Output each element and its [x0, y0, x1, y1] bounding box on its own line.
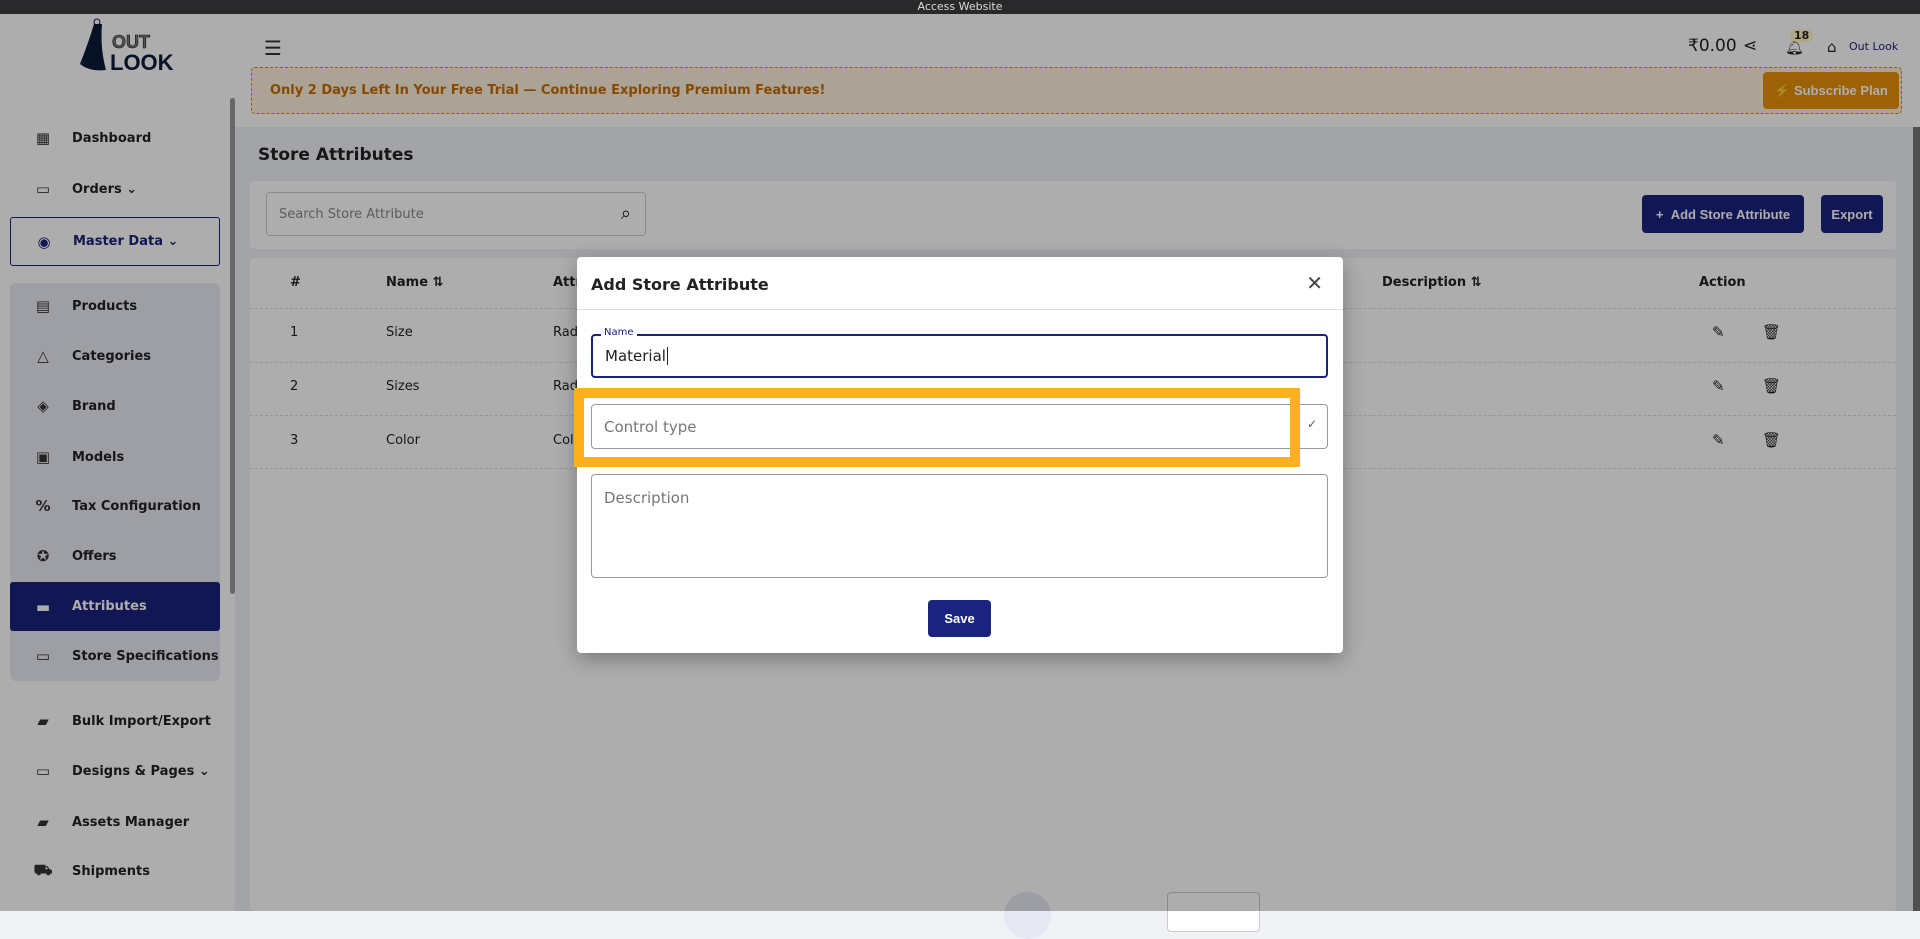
save-button[interactable]: Save	[928, 600, 991, 637]
name-label: Name	[601, 327, 637, 338]
access-website-link[interactable]: Access Website	[917, 0, 1002, 13]
divider	[577, 309, 1343, 310]
description-placeholder: Description	[604, 489, 689, 507]
name-input[interactable]: Name Material	[591, 334, 1328, 378]
highlight-box	[574, 388, 1300, 467]
access-website-bar[interactable]: Access Website	[0, 0, 1920, 14]
chevron-down-icon: ✓	[1307, 417, 1317, 431]
name-value: Material	[605, 347, 666, 365]
text-cursor	[667, 347, 668, 365]
close-icon[interactable]: ✕	[1306, 271, 1323, 295]
dialog-title: Add Store Attribute	[591, 275, 769, 294]
description-textarea[interactable]: Description	[591, 474, 1328, 578]
